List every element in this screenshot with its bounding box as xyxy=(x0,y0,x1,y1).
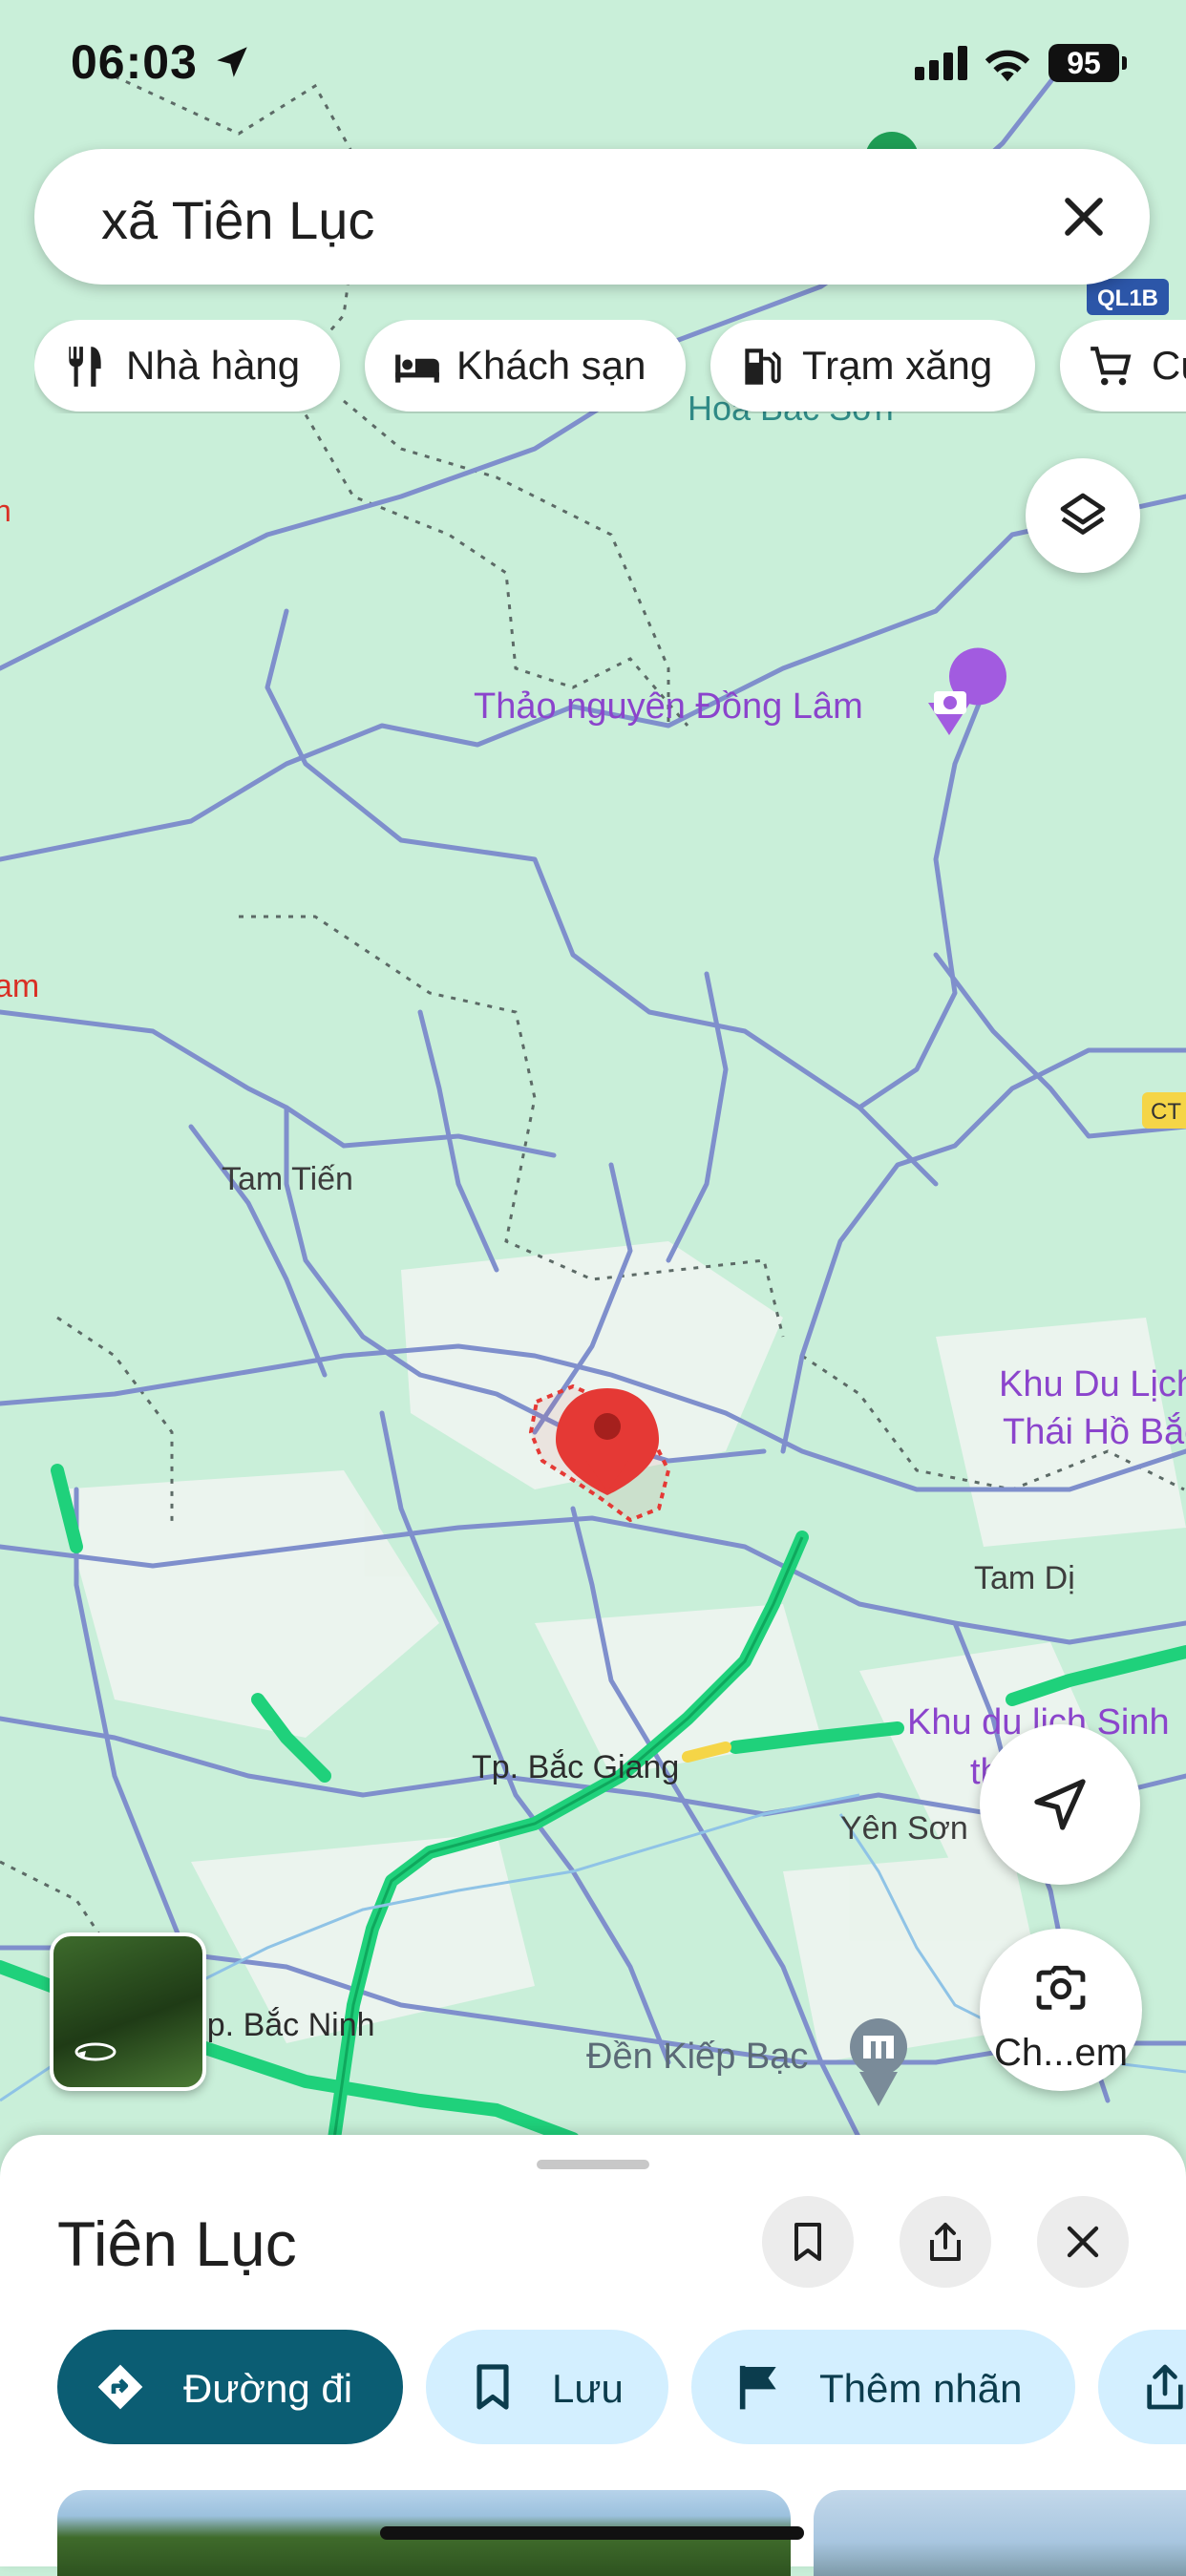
chip-label: Khách sạn xyxy=(456,343,646,388)
flag-icon xyxy=(739,2365,776,2410)
layers-icon xyxy=(1060,493,1106,535)
camera-search-label: Ch...em xyxy=(993,2032,1129,2074)
home-indicator[interactable] xyxy=(380,2526,804,2540)
bookmark-icon xyxy=(794,2223,821,2261)
map-label-den-kiep-bac[interactable]: Đền Kiếp Bạc xyxy=(586,2037,808,2077)
map-label-tam-di: Tam Dị xyxy=(974,1560,1075,1596)
map-label-thao-nguyen[interactable]: Thảo nguyên Đồng Lâm xyxy=(474,686,863,727)
share-action-button[interactable] xyxy=(1098,2330,1186,2444)
cellular-signal-icon xyxy=(915,46,967,80)
road-badge-ct: CT xyxy=(1142,1092,1186,1129)
chip-label: Nhà hàng xyxy=(126,343,301,388)
search-bar[interactable]: xã Tiên Lục xyxy=(34,149,1150,285)
map-label-bac-ninh: Tp. Bắc Ninh xyxy=(187,2007,375,2043)
map-label-khu-du-lich-1b[interactable]: Thái Hồ Bắc xyxy=(1003,1411,1186,1452)
map-label-yen-son: Yên Sơn xyxy=(840,1810,968,1847)
add-label-text: Thêm nhãn xyxy=(819,2366,1023,2411)
share-icon xyxy=(930,2223,961,2261)
drag-handle[interactable] xyxy=(537,2160,649,2169)
rotate-360-icon xyxy=(74,2042,116,2061)
chip-label: Trạm xăng xyxy=(802,343,993,388)
share-icon xyxy=(1147,2364,1183,2410)
chip-hotels[interactable]: Khách sạn xyxy=(365,320,686,412)
close-icon[interactable] xyxy=(1056,189,1112,244)
map-label-tam-tien: Tam Tiến xyxy=(222,1161,353,1197)
share-button[interactable] xyxy=(900,2196,991,2288)
chip-gas-stations[interactable]: Trạm xăng xyxy=(710,320,1035,412)
hotel-icon xyxy=(395,354,439,383)
chip-shopping[interactable]: Cửa hàng xyxy=(1060,320,1186,412)
add-label-button[interactable]: Thêm nhãn xyxy=(691,2330,1075,2444)
place-sheet: Tiên Lục Đường đi Lưu Thêm nhãn xyxy=(0,2135,1186,2576)
directions-icon xyxy=(97,2364,143,2410)
status-bar: 06:03 95 xyxy=(0,0,1186,124)
wifi-icon xyxy=(985,50,1030,82)
location-services-icon xyxy=(217,47,247,77)
status-time: 06:03 xyxy=(71,35,198,89)
bookmark-icon xyxy=(477,2364,509,2410)
gas-station-icon xyxy=(745,348,781,385)
close-icon xyxy=(1067,2226,1099,2258)
map-label-left-edge-1: n xyxy=(0,494,11,528)
map-label-left-edge-2: am xyxy=(0,968,39,1004)
search-query[interactable]: xã Tiên Lục xyxy=(101,189,374,251)
category-chips: Nhà hàng Khách sạn Trạm xăng Cửa hàng xyxy=(34,320,1186,413)
street-view-thumbnail[interactable] xyxy=(50,1932,206,2091)
save-button[interactable] xyxy=(762,2196,854,2288)
shopping-cart-icon xyxy=(1091,347,1132,386)
my-location-button[interactable] xyxy=(980,1724,1140,1885)
chip-restaurants[interactable]: Nhà hàng xyxy=(34,320,340,412)
save-action-label: Lưu xyxy=(552,2366,624,2411)
directions-button[interactable]: Đường đi xyxy=(57,2330,403,2444)
place-photo[interactable] xyxy=(814,2490,1186,2576)
layers-button[interactable] xyxy=(1026,458,1140,573)
camera-search-icon xyxy=(1036,1965,1086,2010)
navigation-arrow-icon xyxy=(1034,1779,1086,1830)
map-label-khu-du-lich-1[interactable]: Khu Du Lịch xyxy=(999,1364,1186,1404)
save-action-button[interactable]: Lưu xyxy=(426,2330,668,2444)
close-sheet-button[interactable] xyxy=(1037,2196,1129,2288)
restaurant-icon xyxy=(69,347,101,387)
chip-label: Cửa hàng xyxy=(1152,343,1186,388)
svg-text:CT: CT xyxy=(1151,1099,1181,1125)
directions-label: Đường đi xyxy=(183,2366,353,2411)
road-badge-ql1b: QL1B xyxy=(1087,279,1169,315)
camera-search-button[interactable]: Ch...em xyxy=(980,1929,1142,2091)
map-label-bac-giang: Tp. Bắc Giang xyxy=(472,1749,679,1785)
place-title: Tiên Lục xyxy=(57,2208,297,2279)
svg-text:QL1B: QL1B xyxy=(1097,285,1158,311)
battery-indicator: 95 xyxy=(1048,44,1127,82)
